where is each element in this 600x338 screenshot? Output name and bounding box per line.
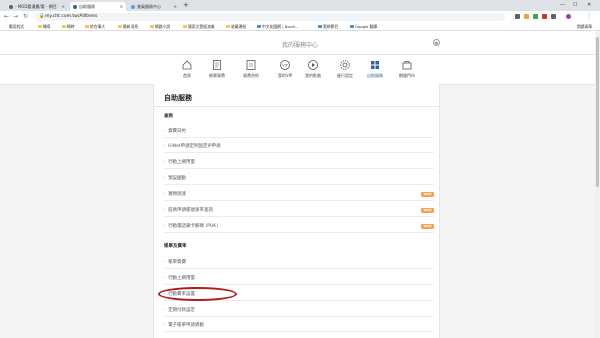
menu-item-self-service[interactable]: 自助服務 xyxy=(360,59,390,79)
puzzle-icon[interactable] xyxy=(551,14,556,19)
list-item[interactable]: - 預設國動 xyxy=(164,172,434,185)
menu-item-bill[interactable]: 帳單資費 xyxy=(202,59,232,79)
new-badge: NEW xyxy=(421,192,434,197)
bookmark-item[interactable]: 中文化圖網 | Nordi... xyxy=(257,23,298,30)
list-item[interactable]: - 行動上網用量 xyxy=(164,272,434,285)
folder-icon xyxy=(62,24,66,28)
back-icon[interactable]: ← xyxy=(4,12,9,21)
url-text: my.cht.com.tw/AllItems xyxy=(45,13,98,19)
play-icon xyxy=(308,60,318,70)
browser-tab[interactable]: 會員服務中心 ✕ xyxy=(128,2,180,11)
bookmark-item[interactable]: Google 翻譯 xyxy=(350,23,377,30)
lock-icon: 🔒 xyxy=(39,13,45,19)
favicon-icon xyxy=(9,4,13,9)
folder-icon xyxy=(150,24,154,28)
menu-dots-icon[interactable]: ⋮ xyxy=(586,12,592,21)
main-menu: 首頁 帳單資費 資費合約 VIP 我的VIP 我的影劇 進行設定 自助服務 網路… xyxy=(0,55,600,85)
browser-tab[interactable]: - MOD看漫畫/看 - 網百 ✕ xyxy=(6,2,68,11)
menu-item-video[interactable]: 我的影劇 xyxy=(298,59,328,79)
reload-icon[interactable]: ↻ xyxy=(23,12,28,21)
card-title: 自助服務 xyxy=(164,94,192,102)
list-item[interactable]: - HiNet申請定制固定IP申請 xyxy=(164,140,434,153)
bookmark-item[interactable]: 最新消息 xyxy=(118,23,138,30)
forward-icon[interactable]: → xyxy=(13,12,18,21)
close-window-icon[interactable]: ✕ xyxy=(587,0,591,11)
new-badge: NEW xyxy=(421,224,434,229)
site-icon xyxy=(318,24,322,28)
close-tab-icon[interactable]: ✕ xyxy=(120,2,123,11)
gear-icon xyxy=(340,60,350,70)
extension-icon[interactable] xyxy=(524,14,529,19)
bookmark-apps[interactable]: ⋮⋮ 應用程式 xyxy=(4,23,24,30)
favicon-icon xyxy=(131,4,135,9)
menu-item-vip[interactable]: VIP 我的VIP xyxy=(270,59,300,79)
section-title-query: 查詢 xyxy=(164,114,173,119)
folder-icon xyxy=(118,24,122,28)
svg-text:VIP: VIP xyxy=(282,64,288,68)
bookmark-item[interactable]: 電視節目 xyxy=(318,23,338,30)
extension-icon[interactable] xyxy=(515,14,520,19)
menu-item-store[interactable]: 網路門市 xyxy=(392,59,422,79)
list-item[interactable]: - 帳單資費 xyxy=(164,256,434,269)
list-item[interactable]: - 資費日約 xyxy=(164,125,434,138)
vip-icon: VIP xyxy=(280,60,290,70)
page-header: 我的服務中心 ● xyxy=(0,31,600,55)
maximize-icon[interactable]: ☐ xyxy=(573,0,577,11)
apps-icon: ⋮⋮ xyxy=(4,24,12,29)
folder-icon xyxy=(183,24,187,28)
list-item[interactable]: - 區碼申請帳號速率查詢 NEW xyxy=(164,204,434,217)
list-item[interactable]: - 寬頻測速 NEW xyxy=(164,188,434,201)
bookmark-item[interactable]: 綜合事大 xyxy=(85,23,105,30)
favicon-icon xyxy=(73,4,77,9)
bookmark-item[interactable]: 收藏連結 xyxy=(226,23,246,30)
site-icon xyxy=(257,24,261,28)
list-item[interactable]: - 行動電話鎖卡解碼 (PUK) NEW xyxy=(164,220,434,233)
home-icon xyxy=(182,60,192,70)
folder-icon xyxy=(85,24,89,28)
bookmark-item[interactable]: 轉時 xyxy=(62,23,75,30)
browser-tab-active[interactable]: 自助服務 ✕ xyxy=(70,2,126,11)
reading-list[interactable]: 閱讀清單 xyxy=(577,23,592,30)
list-item[interactable]: - 定期付款設定 xyxy=(164,304,434,317)
browser-tab-bar: - MOD看漫畫/看 - 網百 ✕ 自助服務 ✕ 會員服務中心 ✕ + — ☐ … xyxy=(0,0,600,11)
menu-item-home[interactable]: 首頁 xyxy=(172,59,202,79)
close-tab-icon[interactable]: ✕ xyxy=(62,2,65,11)
extension-icon[interactable] xyxy=(533,14,538,19)
grid-icon xyxy=(371,61,379,69)
extension-icon[interactable] xyxy=(542,14,547,19)
site-icon xyxy=(350,24,354,28)
page-scrollbar[interactable] xyxy=(595,31,600,338)
bookmark-item[interactable]: 國家文藝經濟業 xyxy=(183,23,215,30)
menu-item-settings[interactable]: 進行設定 xyxy=(330,59,360,79)
folder-icon xyxy=(226,24,230,28)
list-item[interactable]: - 電子帳單申請異動 xyxy=(164,319,434,332)
address-bar[interactable]: 🔒 my.cht.com.tw/AllItems xyxy=(35,12,505,21)
list-item[interactable]: - 行動上網用量 xyxy=(164,156,434,169)
scrollbar-thumb[interactable] xyxy=(596,37,599,187)
section-title-billing: 帳單及費率 xyxy=(164,244,187,249)
contract-icon xyxy=(246,60,256,70)
divider xyxy=(154,106,439,107)
address-toolbar: ← → ↻ 🔒 my.cht.com.tw/AllItems ⋮ xyxy=(0,11,600,22)
minimize-icon[interactable]: — xyxy=(560,0,565,11)
new-tab-button[interactable]: + xyxy=(183,1,189,10)
bookmarks-bar: ⋮⋮ 應用程式 輔導 轉時 綜合事大 最新消息 網路小說 國家文藝經濟業 收藏連結… xyxy=(0,22,600,31)
user-icon[interactable]: ● xyxy=(433,39,440,46)
profile-avatar[interactable] xyxy=(566,14,571,19)
menu-item-contract[interactable]: 資費合約 xyxy=(236,59,266,79)
bill-icon xyxy=(213,60,221,70)
store-icon xyxy=(402,61,412,70)
bookmark-item[interactable]: 網路小說 xyxy=(150,23,170,30)
highlight-circle xyxy=(158,287,237,301)
page-title: 我的服務中心 xyxy=(281,42,318,49)
new-badge: NEW xyxy=(421,208,434,213)
close-tab-icon[interactable]: ✕ xyxy=(174,2,177,11)
folder-icon xyxy=(38,24,42,28)
bookmark-item[interactable]: 輔導 xyxy=(38,23,51,30)
